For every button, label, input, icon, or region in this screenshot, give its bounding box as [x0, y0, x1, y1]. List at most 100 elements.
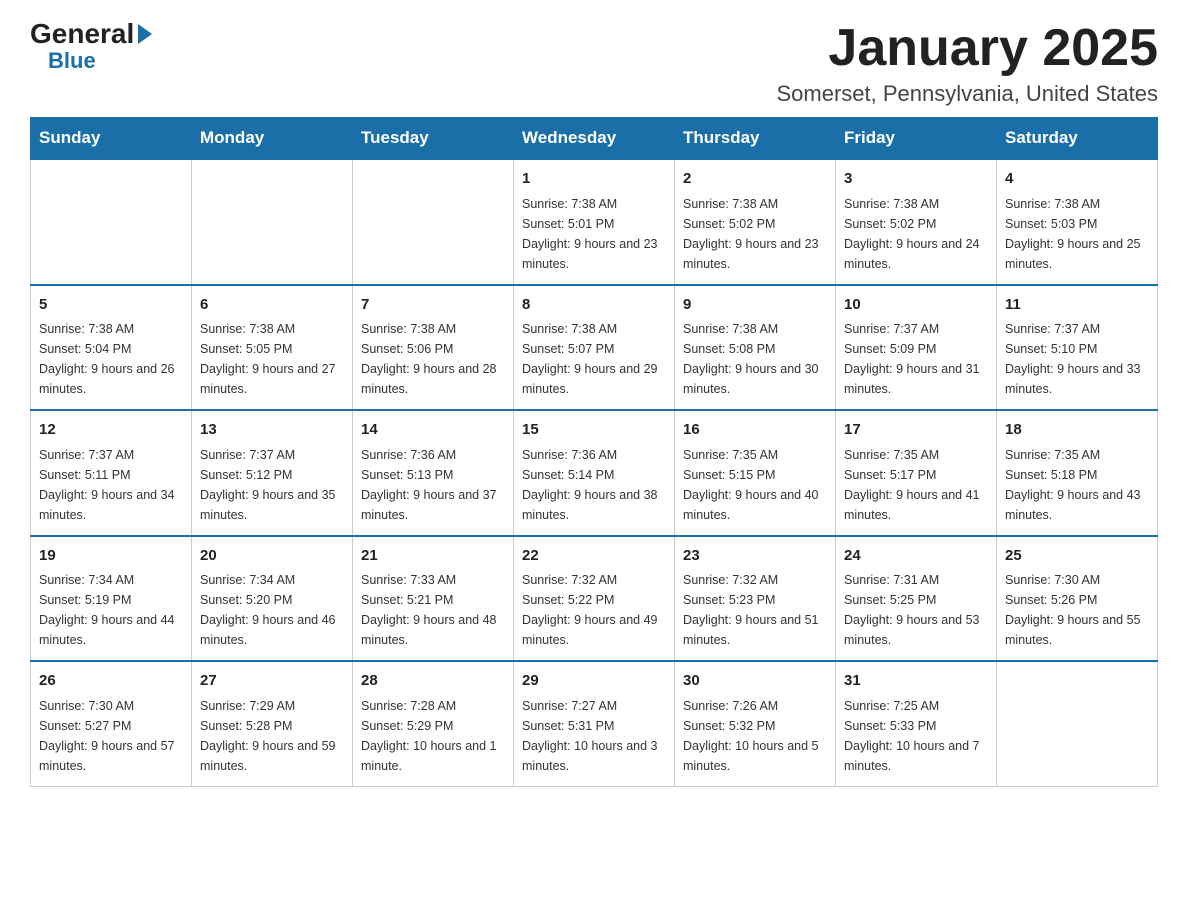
- title-block: January 2025 Somerset, Pennsylvania, Uni…: [776, 20, 1158, 107]
- calendar-cell: 23Sunrise: 7:32 AM Sunset: 5:23 PM Dayli…: [675, 536, 836, 662]
- day-number: 9: [683, 294, 827, 317]
- day-info: Sunrise: 7:38 AM Sunset: 5:08 PM Dayligh…: [683, 319, 827, 399]
- day-info: Sunrise: 7:38 AM Sunset: 5:03 PM Dayligh…: [1005, 194, 1149, 274]
- calendar-cell: 15 Sunrise: 7:36 AM Sunset: 5:14 PM Dayli…: [514, 410, 675, 536]
- calendar-cell: 24Sunrise: 7:31 AM Sunset: 5:25 PM Dayli…: [836, 536, 997, 662]
- day-number: 15: [522, 419, 666, 442]
- day-info: Sunrise: 7:34 AM Sunset: 5:20 PM Dayligh…: [200, 570, 344, 650]
- day-number: 21: [361, 545, 505, 568]
- logo-triangle-icon: ◀: [138, 24, 152, 44]
- day-info: Sunrise: 7:36 AM Sunset: 5:14 PM Dayligh…: [522, 445, 666, 525]
- main-title: January 2025: [776, 20, 1158, 77]
- day-info: Sunrise: 7:38 AM Sunset: 5:01 PM Dayligh…: [522, 194, 666, 274]
- calendar-cell: 30Sunrise: 7:26 AM Sunset: 5:32 PM Dayli…: [675, 661, 836, 786]
- day-info: Sunrise: 7:27 AM Sunset: 5:31 PM Dayligh…: [522, 696, 666, 776]
- day-info: Sunrise: 7:38 AM Sunset: 5:02 PM Dayligh…: [844, 194, 988, 274]
- page-header: General◀ Blue January 2025 Somerset, Pen…: [30, 20, 1158, 107]
- day-number: 22: [522, 545, 666, 568]
- day-info: Sunrise: 7:38 AM Sunset: 5:02 PM Dayligh…: [683, 194, 827, 274]
- calendar-cell: [192, 159, 353, 285]
- calendar-cell: 12Sunrise: 7:37 AM Sunset: 5:11 PM Dayli…: [31, 410, 192, 536]
- day-info: Sunrise: 7:30 AM Sunset: 5:26 PM Dayligh…: [1005, 570, 1149, 650]
- calendar-week-row: 1 Sunrise: 7:38 AM Sunset: 5:01 PM Daylig…: [31, 159, 1158, 285]
- calendar-cell: 3 Sunrise: 7:38 AM Sunset: 5:02 PM Daylig…: [836, 159, 997, 285]
- calendar-cell: 7Sunrise: 7:38 AM Sunset: 5:06 PM Daylig…: [353, 285, 514, 411]
- day-number: 5: [39, 294, 183, 317]
- day-info: Sunrise: 7:38 AM Sunset: 5:05 PM Dayligh…: [200, 319, 344, 399]
- day-info: Sunrise: 7:31 AM Sunset: 5:25 PM Dayligh…: [844, 570, 988, 650]
- day-info: Sunrise: 7:36 AM Sunset: 5:13 PM Dayligh…: [361, 445, 505, 525]
- day-number: 14: [361, 419, 505, 442]
- calendar-cell: [31, 159, 192, 285]
- day-number: 16: [683, 419, 827, 442]
- day-number: 2: [683, 168, 827, 191]
- calendar-day-header: Thursday: [675, 118, 836, 160]
- day-info: Sunrise: 7:25 AM Sunset: 5:33 PM Dayligh…: [844, 696, 988, 776]
- calendar-day-header: Friday: [836, 118, 997, 160]
- calendar-cell: 27Sunrise: 7:29 AM Sunset: 5:28 PM Dayli…: [192, 661, 353, 786]
- calendar-cell: 19Sunrise: 7:34 AM Sunset: 5:19 PM Dayli…: [31, 536, 192, 662]
- calendar-week-row: 19Sunrise: 7:34 AM Sunset: 5:19 PM Dayli…: [31, 536, 1158, 662]
- calendar-cell: 17 Sunrise: 7:35 AM Sunset: 5:17 PM Dayli…: [836, 410, 997, 536]
- day-info: Sunrise: 7:37 AM Sunset: 5:11 PM Dayligh…: [39, 445, 183, 525]
- calendar-cell: 5Sunrise: 7:38 AM Sunset: 5:04 PM Daylig…: [31, 285, 192, 411]
- day-number: 28: [361, 670, 505, 693]
- calendar-cell: 10Sunrise: 7:37 AM Sunset: 5:09 PM Dayli…: [836, 285, 997, 411]
- calendar-cell: 20Sunrise: 7:34 AM Sunset: 5:20 PM Dayli…: [192, 536, 353, 662]
- calendar-day-header: Sunday: [31, 118, 192, 160]
- calendar-table: SundayMondayTuesdayWednesdayThursdayFrid…: [30, 117, 1158, 787]
- day-info: Sunrise: 7:37 AM Sunset: 5:12 PM Dayligh…: [200, 445, 344, 525]
- day-number: 27: [200, 670, 344, 693]
- day-info: Sunrise: 7:38 AM Sunset: 5:06 PM Dayligh…: [361, 319, 505, 399]
- day-number: 7: [361, 294, 505, 317]
- day-number: 19: [39, 545, 183, 568]
- day-number: 18: [1005, 419, 1149, 442]
- day-number: 1: [522, 168, 666, 191]
- calendar-cell: 1 Sunrise: 7:38 AM Sunset: 5:01 PM Daylig…: [514, 159, 675, 285]
- day-number: 10: [844, 294, 988, 317]
- calendar-cell: 4 Sunrise: 7:38 AM Sunset: 5:03 PM Daylig…: [997, 159, 1158, 285]
- calendar-cell: 21Sunrise: 7:33 AM Sunset: 5:21 PM Dayli…: [353, 536, 514, 662]
- calendar-cell: 29 Sunrise: 7:27 AM Sunset: 5:31 PM Dayli…: [514, 661, 675, 786]
- day-info: Sunrise: 7:33 AM Sunset: 5:21 PM Dayligh…: [361, 570, 505, 650]
- calendar-cell: 2 Sunrise: 7:38 AM Sunset: 5:02 PM Daylig…: [675, 159, 836, 285]
- calendar-cell: 16Sunrise: 7:35 AM Sunset: 5:15 PM Dayli…: [675, 410, 836, 536]
- day-number: 20: [200, 545, 344, 568]
- calendar-cell: [997, 661, 1158, 786]
- day-info: Sunrise: 7:38 AM Sunset: 5:04 PM Dayligh…: [39, 319, 183, 399]
- calendar-week-row: 5Sunrise: 7:38 AM Sunset: 5:04 PM Daylig…: [31, 285, 1158, 411]
- logo-general-text: General◀: [30, 20, 152, 48]
- day-number: 6: [200, 294, 344, 317]
- calendar-cell: 14 Sunrise: 7:36 AM Sunset: 5:13 PM Dayli…: [353, 410, 514, 536]
- day-number: 29: [522, 670, 666, 693]
- calendar-cell: 6Sunrise: 7:38 AM Sunset: 5:05 PM Daylig…: [192, 285, 353, 411]
- calendar-cell: [353, 159, 514, 285]
- day-info: Sunrise: 7:34 AM Sunset: 5:19 PM Dayligh…: [39, 570, 183, 650]
- day-number: 31: [844, 670, 988, 693]
- day-number: 25: [1005, 545, 1149, 568]
- calendar-cell: 9Sunrise: 7:38 AM Sunset: 5:08 PM Daylig…: [675, 285, 836, 411]
- calendar-week-row: 12Sunrise: 7:37 AM Sunset: 5:11 PM Dayli…: [31, 410, 1158, 536]
- calendar-cell: 13Sunrise: 7:37 AM Sunset: 5:12 PM Dayli…: [192, 410, 353, 536]
- day-number: 23: [683, 545, 827, 568]
- day-info: Sunrise: 7:37 AM Sunset: 5:09 PM Dayligh…: [844, 319, 988, 399]
- day-info: Sunrise: 7:35 AM Sunset: 5:18 PM Dayligh…: [1005, 445, 1149, 525]
- day-number: 8: [522, 294, 666, 317]
- day-info: Sunrise: 7:32 AM Sunset: 5:23 PM Dayligh…: [683, 570, 827, 650]
- day-info: Sunrise: 7:35 AM Sunset: 5:17 PM Dayligh…: [844, 445, 988, 525]
- day-info: Sunrise: 7:28 AM Sunset: 5:29 PM Dayligh…: [361, 696, 505, 776]
- day-info: Sunrise: 7:32 AM Sunset: 5:22 PM Dayligh…: [522, 570, 666, 650]
- day-number: 4: [1005, 168, 1149, 191]
- calendar-day-header: Wednesday: [514, 118, 675, 160]
- calendar-day-header: Saturday: [997, 118, 1158, 160]
- day-info: Sunrise: 7:37 AM Sunset: 5:10 PM Dayligh…: [1005, 319, 1149, 399]
- logo: General◀ Blue: [30, 20, 152, 74]
- logo-blue-text: Blue: [48, 48, 96, 74]
- day-number: 17: [844, 419, 988, 442]
- calendar-cell: 31 Sunrise: 7:25 AM Sunset: 5:33 PM Dayli…: [836, 661, 997, 786]
- day-number: 3: [844, 168, 988, 191]
- calendar-day-header: Monday: [192, 118, 353, 160]
- calendar-cell: 11Sunrise: 7:37 AM Sunset: 5:10 PM Dayli…: [997, 285, 1158, 411]
- day-number: 30: [683, 670, 827, 693]
- day-number: 26: [39, 670, 183, 693]
